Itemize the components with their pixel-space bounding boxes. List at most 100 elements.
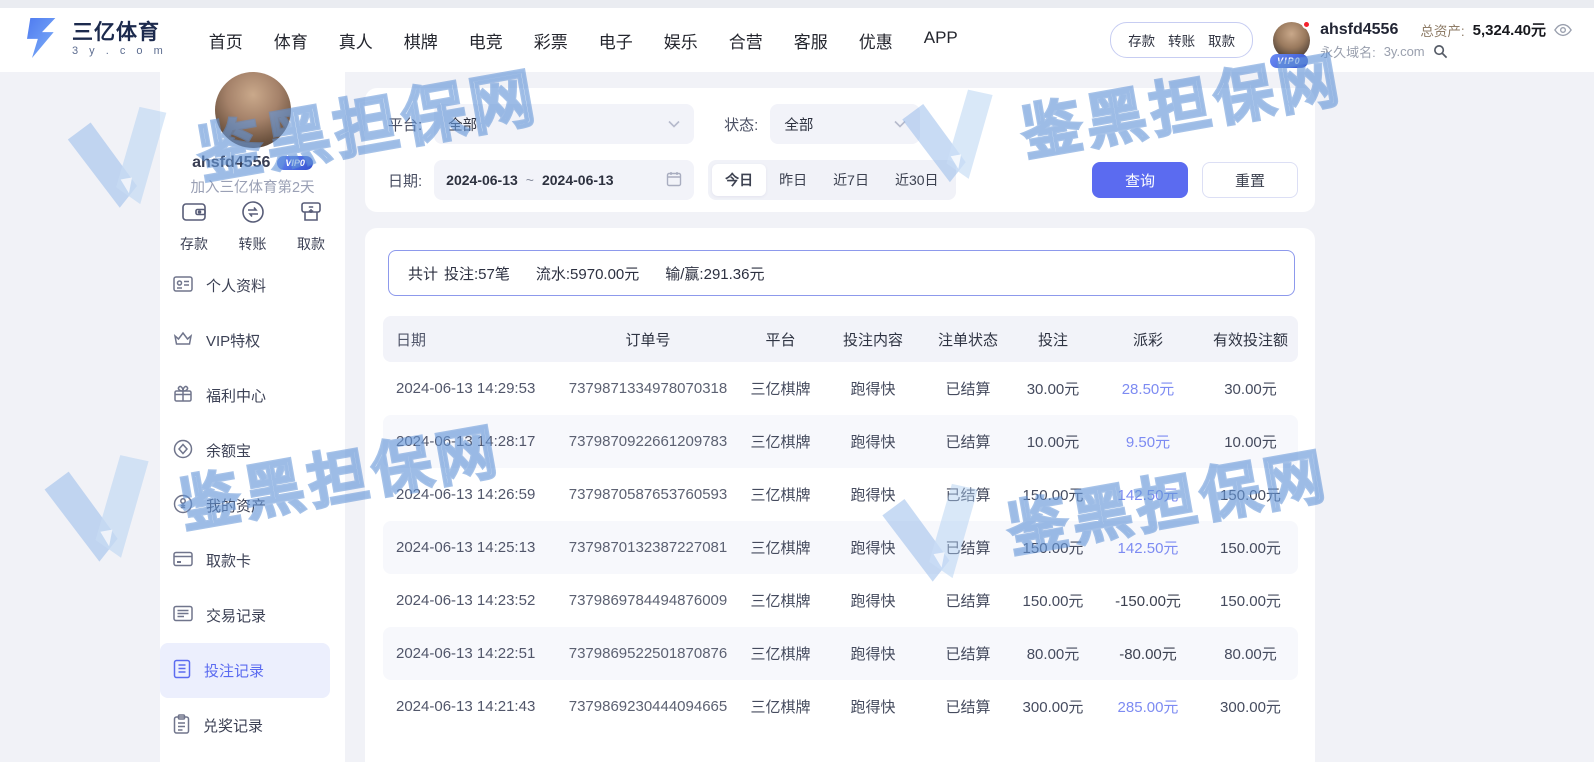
- table-row: 2024-06-13 14:22:51 7379869522501870876 …: [383, 627, 1298, 680]
- range-today[interactable]: 今日: [712, 164, 766, 196]
- profile-vip-badge: VIP0: [277, 156, 313, 170]
- sidebar-item-profile[interactable]: 个人资料: [160, 258, 345, 313]
- payout-cell: 28.50元: [1093, 378, 1203, 399]
- nav-item[interactable]: 优惠: [859, 28, 893, 53]
- range-30days[interactable]: 近30日: [882, 164, 952, 196]
- payout-cell: -80.00元: [1093, 643, 1203, 664]
- nav-item[interactable]: 体育: [274, 28, 308, 53]
- profile-avatar[interactable]: [215, 72, 291, 148]
- assets-value: 5,324.40元: [1473, 19, 1546, 40]
- quick-action-withdraw[interactable]: 取款: [285, 200, 337, 254]
- nav-item[interactable]: 合营: [729, 28, 763, 53]
- status-select[interactable]: 全部: [770, 104, 920, 144]
- search-button[interactable]: 查询: [1092, 162, 1188, 198]
- sidebar-item-welfare[interactable]: 福利中心: [160, 368, 345, 423]
- cell-date: 2024-06-13 14:22:51: [383, 645, 558, 662]
- site-title: 三亿体育: [72, 22, 167, 44]
- eye-icon[interactable]: [1554, 23, 1572, 37]
- site-logo[interactable]: 三亿体育 3 y . c o m: [22, 16, 167, 65]
- payout-cell: 142.50元: [1093, 484, 1203, 505]
- table-body: 2024-06-13 14:29:53 7379871334978070318 …: [383, 362, 1298, 733]
- date-range-input[interactable]: 2024-06-13 ~ 2024-06-13: [434, 160, 694, 200]
- payout-cell: 285.00元: [1093, 696, 1203, 717]
- cell-date: 2024-06-13 14:25:13: [383, 539, 558, 556]
- assets-icon: [173, 494, 193, 518]
- nav-item[interactable]: 客服: [794, 28, 828, 53]
- browser-top-strip: [0, 0, 1594, 8]
- summary-turnover: 流水:5970.00元: [536, 263, 639, 284]
- gift-icon: [173, 384, 193, 407]
- platform-select[interactable]: 全部: [434, 104, 694, 144]
- cell-order: 7379870922661209783: [558, 433, 738, 450]
- date-quick-ranges: 今日 昨日 近7日 近30日: [708, 160, 955, 200]
- table-row: 2024-06-13 14:23:52 7379869784494876009 …: [383, 574, 1298, 627]
- nav-item[interactable]: 彩票: [534, 28, 568, 53]
- cell-date: 2024-06-13 14:28:17: [383, 433, 558, 450]
- range-yesterday[interactable]: 昨日: [766, 164, 820, 196]
- nav-item[interactable]: 棋牌: [404, 28, 438, 53]
- range-7days[interactable]: 近7日: [820, 164, 882, 196]
- profile-username: ahsfd4556: [192, 154, 270, 172]
- cell-status: 已结算: [923, 537, 1013, 558]
- withdraw-link[interactable]: 取款: [1208, 30, 1235, 50]
- cell-bet: 150.00元: [1013, 537, 1093, 558]
- bet-record-icon: [173, 659, 191, 683]
- perm-domain-value: 3y.com: [1384, 44, 1425, 59]
- summary-prefix: 共计: [408, 263, 438, 284]
- sidebar-item-withdraw-card[interactable]: 取款卡: [160, 533, 345, 588]
- perm-domain-label: 永久域名:: [1320, 42, 1376, 61]
- status-label: 状态:: [724, 114, 758, 135]
- sidebar-item-prize-records[interactable]: 兑奖记录: [160, 698, 345, 753]
- sidebar-item-assets[interactable]: 我的资产: [160, 478, 345, 533]
- site-domain: 3 y . c o m: [72, 46, 167, 58]
- quick-action-deposit[interactable]: 存款: [168, 200, 220, 254]
- cell-valid: 150.00元: [1203, 537, 1298, 558]
- cell-order: 7379870132387227081: [558, 539, 738, 556]
- main-nav: 首页 体育 真人 棋牌 电竞 彩票 电子 娱乐 合营 客服 优惠 APP: [209, 28, 958, 53]
- nav-item[interactable]: 娱乐: [664, 28, 698, 53]
- reset-button[interactable]: 重置: [1202, 162, 1298, 198]
- sidebar-item-transactions[interactable]: 交易记录: [160, 588, 345, 643]
- avatar[interactable]: VIP0: [1273, 22, 1310, 59]
- table-row: 2024-06-13 14:21:43 7379869230444094665 …: [383, 680, 1298, 733]
- user-info: ahsfd4556 总资产: 5,324.40元 永久域名: 3y.com: [1320, 19, 1572, 61]
- top-navbar: 三亿体育 3 y . c o m 首页 体育 真人 棋牌 电竞 彩票 电子 娱乐…: [0, 8, 1594, 72]
- sidebar-item-yuebao[interactable]: 余额宝: [160, 423, 345, 478]
- cell-platform: 三亿棋牌: [738, 590, 823, 611]
- cell-platform: 三亿棋牌: [738, 696, 823, 717]
- cell-content: 跑得快: [823, 537, 923, 558]
- cell-platform: 三亿棋牌: [738, 378, 823, 399]
- deposit-link[interactable]: 存款: [1128, 30, 1155, 50]
- table-row: 2024-06-13 14:26:59 7379870587653760593 …: [383, 468, 1298, 521]
- sidebar-item-vip[interactable]: VIP特权: [160, 313, 345, 368]
- nav-item[interactable]: 真人: [339, 28, 373, 53]
- platform-label: 平台:: [388, 114, 422, 135]
- nav-item[interactable]: 电子: [599, 28, 633, 53]
- cell-order: 7379871334978070318: [558, 380, 738, 397]
- transfer-link[interactable]: 转账: [1168, 30, 1195, 50]
- transfer-icon: [241, 200, 265, 229]
- sidebar: ahsfd4556 VIP0 加入三亿体育第2天 存款 转账: [160, 72, 345, 762]
- username: ahsfd4556: [1320, 21, 1398, 39]
- filter-panel: 平台: 全部 状态: 全部 日期: 2024-06-13 ~ 2024-06-1: [365, 88, 1315, 212]
- cell-bet: 10.00元: [1013, 431, 1093, 452]
- cell-content: 跑得快: [823, 590, 923, 611]
- nav-item[interactable]: 首页: [209, 28, 243, 53]
- cell-status: 已结算: [923, 378, 1013, 399]
- nav-item[interactable]: 电竞: [469, 28, 503, 53]
- cell-valid: 300.00元: [1203, 696, 1298, 717]
- quick-action-transfer[interactable]: 转账: [227, 200, 279, 254]
- cell-valid: 30.00元: [1203, 378, 1298, 399]
- watermark-shield-icon: [34, 448, 174, 582]
- sidebar-item-bet-records[interactable]: 投注记录: [160, 643, 330, 698]
- calendar-icon: [666, 171, 682, 190]
- id-card-icon: [173, 275, 193, 297]
- cell-status: 已结算: [923, 643, 1013, 664]
- search-icon[interactable]: [1433, 44, 1448, 59]
- assets-label: 总资产:: [1420, 20, 1464, 40]
- cell-platform: 三亿棋牌: [738, 537, 823, 558]
- col-header: 投注内容: [823, 329, 923, 350]
- nav-item[interactable]: APP: [924, 28, 958, 53]
- table-row: 2024-06-13 14:28:17 7379870922661209783 …: [383, 415, 1298, 468]
- cell-status: 已结算: [923, 484, 1013, 505]
